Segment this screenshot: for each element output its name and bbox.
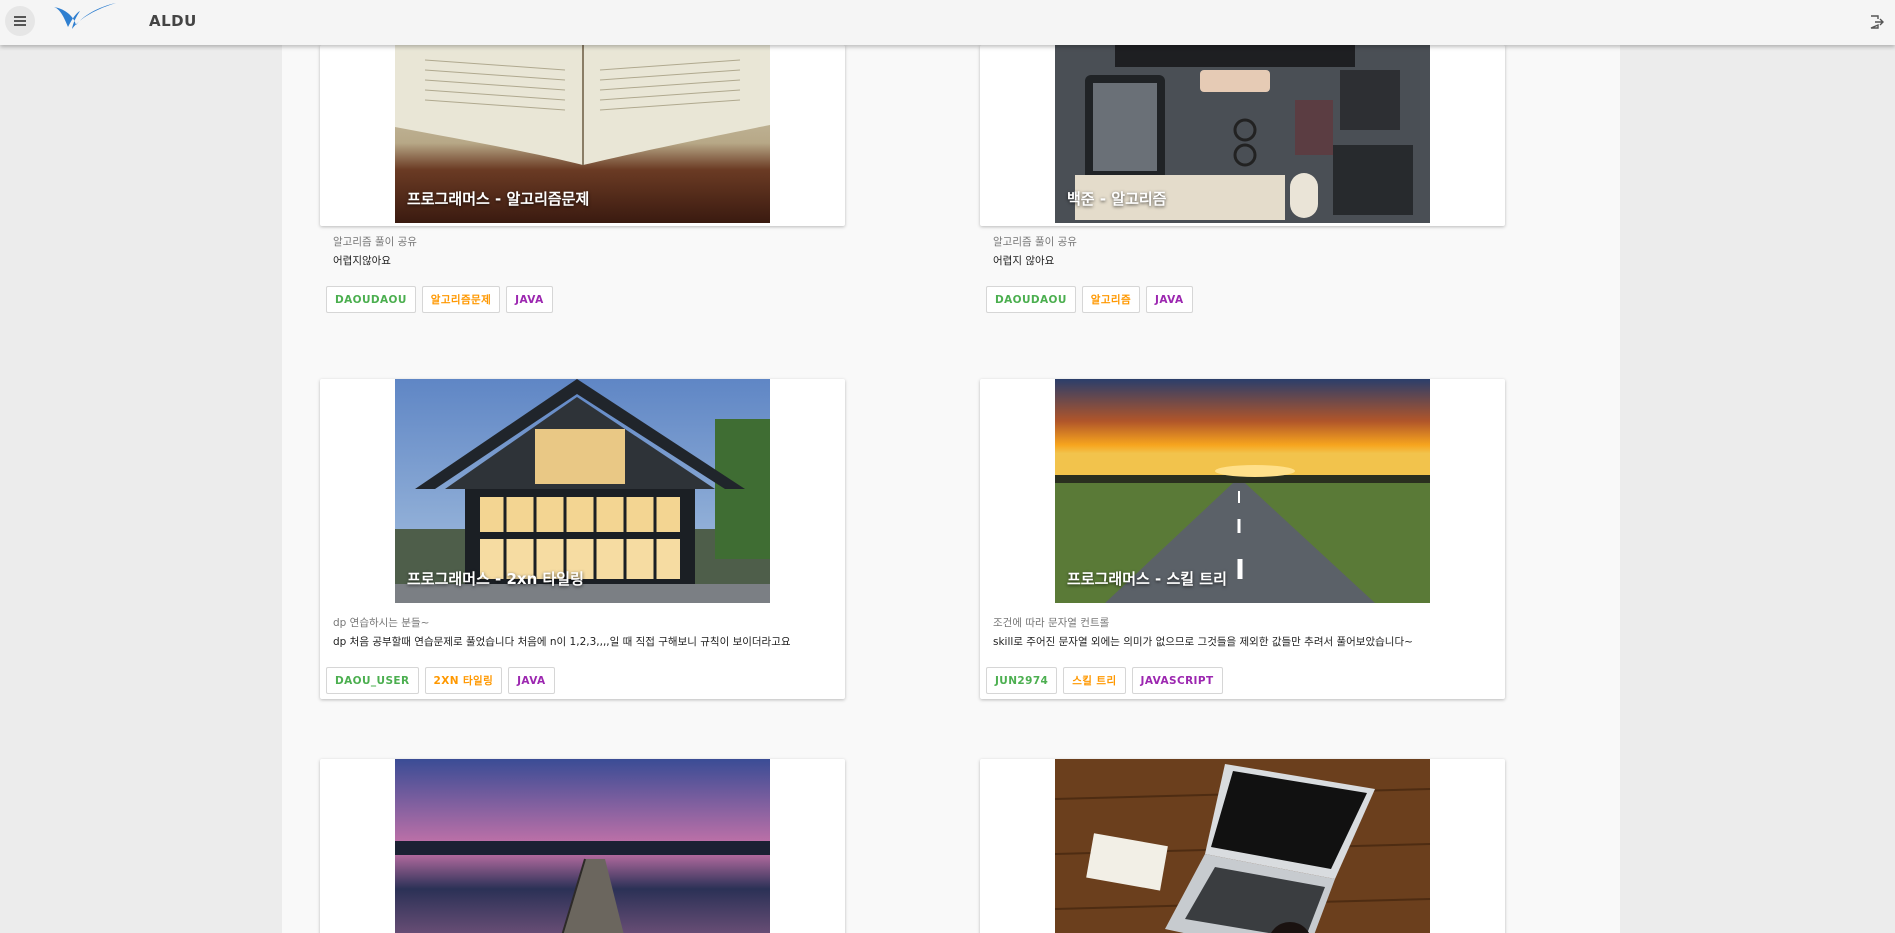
author-chip[interactable]: DAOUDAOU [326, 286, 416, 313]
post-card[interactable]: 백준 - 알고리즘 알고리즘 풀이 공유 어렵지 않아요 DAOUDAOU 알고… [980, 45, 1505, 313]
logout-icon [1870, 15, 1884, 29]
menu-icon [14, 16, 26, 18]
card-category: dp 연습하시는 분들~ [333, 617, 430, 629]
aldu-logo-icon[interactable] [54, 3, 116, 29]
card-image: 프로그래머스 - 알고리즘문제 [395, 45, 770, 223]
post-card[interactable] [320, 759, 845, 933]
app-bar: ALDU [0, 0, 1895, 45]
language-chip[interactable]: JAVA [508, 667, 555, 694]
language-chip[interactable]: JAVA [506, 286, 553, 313]
card-image-title: 프로그래머스 - 2xn 타일링 [407, 570, 584, 588]
post-card[interactable]: 프로그래머스 - 스킬 트리 조건에 따라 문자열 컨트롤 skill로 주어진… [980, 379, 1505, 699]
card-image-title: 프로그래머스 - 스킬 트리 [1067, 570, 1227, 588]
author-chip[interactable]: DAOUDAOU [986, 286, 1076, 313]
main-content: 프로그래머스 - 알고리즘문제 알고리즘 풀이 공유 어렵지않아요 DAOUDA… [282, 45, 1620, 933]
card-image [395, 759, 770, 933]
post-card[interactable]: 프로그래머스 - 2xn 타일링 dp 연습하시는 분들~ dp 처음 공부할때… [320, 379, 845, 699]
post-card[interactable]: 프로그래머스 - 알고리즘문제 알고리즘 풀이 공유 어렵지않아요 DAOUDA… [320, 45, 845, 313]
card-image-title: 프로그래머스 - 알고리즘문제 [407, 190, 590, 208]
card-description: 어렵지않아요 [333, 255, 391, 267]
author-chip[interactable]: DAOU_USER [326, 667, 419, 694]
card-image: 프로그래머스 - 스킬 트리 [1055, 379, 1430, 603]
card-category: 알고리즘 풀이 공유 [333, 236, 417, 248]
topic-chip[interactable]: 알고리즘 [1081, 286, 1141, 313]
topic-chip[interactable]: 알고리즘문제 [421, 286, 501, 313]
card-description: dp 처음 공부할때 연습문제로 풀었습니다 처음에 n이 1,2,3,,,,일… [333, 636, 791, 648]
card-image: 프로그래머스 - 2xn 타일링 [395, 379, 770, 603]
post-card[interactable] [980, 759, 1505, 933]
card-image [1055, 759, 1430, 933]
card-category: 알고리즘 풀이 공유 [993, 236, 1077, 248]
language-chip[interactable]: JAVA [1146, 286, 1193, 313]
author-chip[interactable]: JUN2974 [986, 667, 1058, 694]
lake-image [395, 759, 770, 933]
card-image-title: 백준 - 알고리즘 [1067, 190, 1167, 208]
topic-chip[interactable]: 2XN 타일링 [424, 667, 503, 694]
app-title: ALDU [149, 12, 197, 30]
card-description: 어렵지 않아요 [993, 255, 1055, 267]
laptop-image [1055, 759, 1430, 933]
card-description: skill로 주어진 문자열 외에는 의미가 없으므로 그것들을 제외한 값들만… [993, 636, 1413, 648]
language-chip[interactable]: JAVASCRIPT [1131, 667, 1223, 694]
topic-chip[interactable]: 스킬 트리 [1063, 667, 1126, 694]
card-image: 백준 - 알고리즘 [1055, 45, 1430, 223]
card-category: 조건에 따라 문자열 컨트롤 [993, 617, 1110, 629]
logout-button[interactable] [1866, 11, 1888, 33]
menu-button[interactable] [5, 6, 35, 36]
